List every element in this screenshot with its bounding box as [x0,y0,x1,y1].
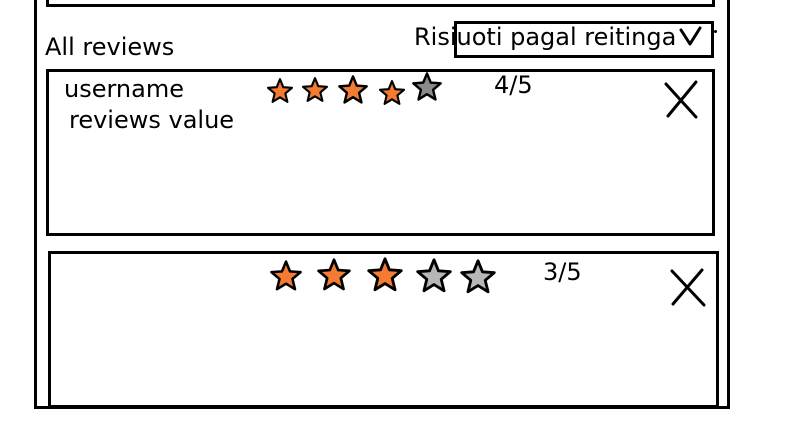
close-icon[interactable] [662,80,702,120]
rating-score: 4/5 [494,71,533,99]
top-panel [46,0,715,7]
star-filled-icon[interactable] [366,256,404,294]
star-filled-icon[interactable] [301,76,329,104]
star-filled-icon[interactable] [266,77,294,105]
rating-score: 3/5 [543,258,582,286]
star-filled-icon[interactable] [316,257,352,293]
close-icon[interactable] [668,268,708,308]
star-empty-icon[interactable] [459,258,497,296]
star-empty-icon[interactable] [415,257,453,295]
star-empty-icon[interactable] [411,71,443,103]
star-filled-icon[interactable] [269,259,303,293]
page-title: All reviews [45,33,175,61]
review-text: reviews value [69,106,235,134]
sort-dropdown[interactable] [454,21,714,58]
review-username: username [64,75,184,103]
chevron-down-icon[interactable] [678,24,704,50]
sort-dot [714,30,717,33]
star-filled-icon[interactable] [337,74,369,106]
star-filled-icon[interactable] [378,79,406,107]
